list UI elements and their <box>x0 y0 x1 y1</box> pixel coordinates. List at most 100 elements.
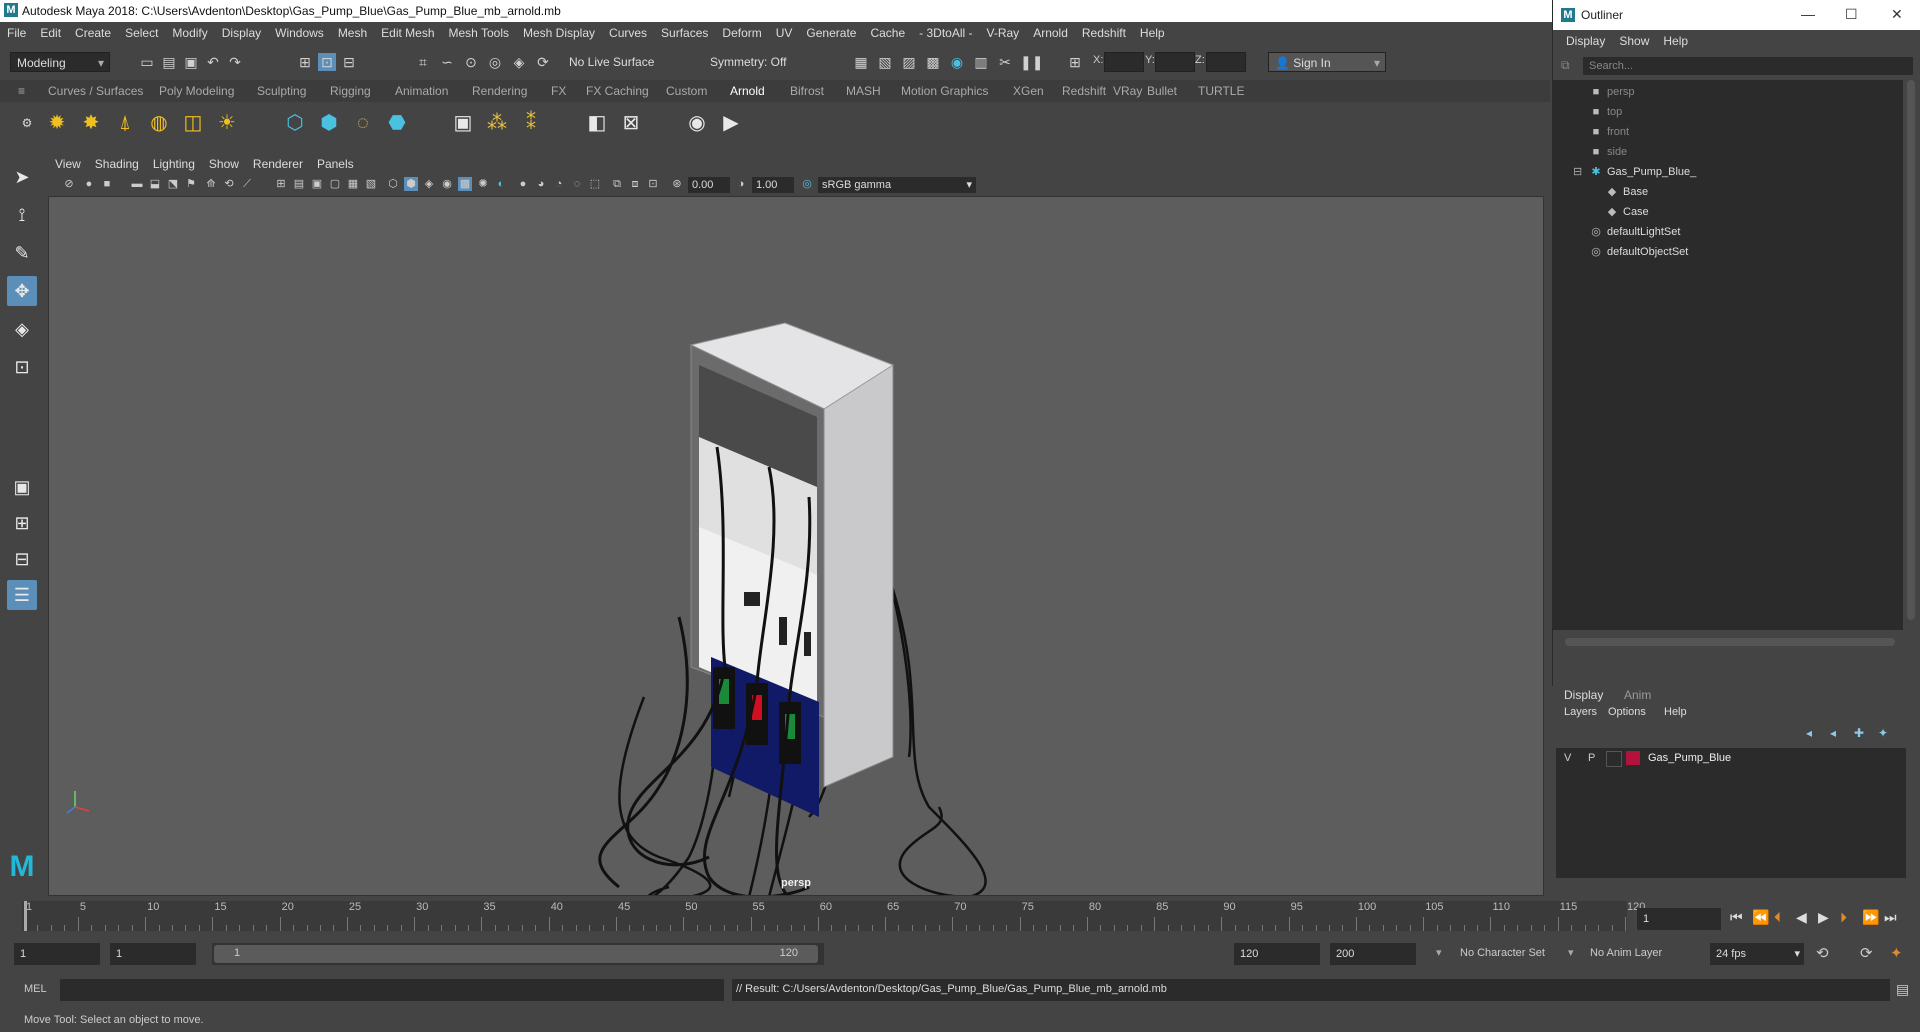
viewport-persp[interactable]: persp <box>48 196 1544 896</box>
menu-select[interactable]: Select <box>118 22 165 44</box>
menu-mesh-tools[interactable]: Mesh Tools <box>442 22 516 44</box>
arnold-render-icon[interactable]: ◉ <box>948 53 966 71</box>
color-management-icon[interactable]: ◎ <box>800 177 814 191</box>
outliner-item[interactable]: ◎ defaultObjectSet <box>1589 242 1688 262</box>
range-bar-track[interactable]: 1 120 <box>212 943 824 965</box>
isolate-icon[interactable]: ✺ <box>476 177 490 191</box>
tab-fx-caching[interactable]: FX Caching <box>586 80 649 102</box>
go-to-start-icon[interactable]: ⏮ <box>1730 909 1743 926</box>
render-view-icon[interactable]: ✂ <box>996 53 1014 71</box>
loop-icon[interactable]: ⟲ <box>1816 944 1829 962</box>
y-field[interactable] <box>1155 52 1195 72</box>
tab-bullet[interactable]: Bullet <box>1147 80 1177 102</box>
mode-dropdown[interactable]: Modeling ▾ <box>10 52 110 72</box>
frame-icon[interactable]: ⧈ <box>628 177 642 191</box>
skydome-light-icon[interactable]: ◍ <box>146 110 172 136</box>
paint-select-icon[interactable]: ✎ <box>7 238 37 268</box>
help-menu[interactable]: Help <box>1664 706 1687 718</box>
hud-icon[interactable]: ◐ <box>494 177 508 191</box>
standin-icon[interactable]: ⬡ <box>282 110 308 136</box>
fps-dropdown[interactable]: 24 fps ▾ <box>1710 943 1804 965</box>
export-standin-icon[interactable]: ⬢ <box>316 110 342 136</box>
viewport-menu-lighting[interactable]: Lighting <box>146 154 202 174</box>
menu-redshift[interactable]: Redshift <box>1075 22 1133 44</box>
tab-curves-surfaces[interactable]: Curves / Surfaces <box>48 80 143 102</box>
grease-pencil-icon[interactable]: ⬔ <box>166 177 180 191</box>
two-view-icon[interactable]: ⊟ <box>7 544 37 574</box>
bookmark-icon[interactable]: ■ <box>100 177 114 191</box>
aa-icon[interactable]: ◉ <box>440 177 454 191</box>
live-surface-field[interactable]: No Live Surface <box>563 52 663 72</box>
outliner-layout-icon[interactable]: ☰ <box>7 580 37 610</box>
shelf-menu-icon[interactable]: ≡ <box>18 80 25 102</box>
ao-icon[interactable]: ▧ <box>364 177 378 191</box>
menu-edit[interactable]: Edit <box>33 22 68 44</box>
tab-animation[interactable]: Animation <box>395 80 448 102</box>
outliner-vscrollbar[interactable] <box>1907 80 1915 620</box>
viewport-menu-show[interactable]: Show <box>202 154 246 174</box>
transform-constraint-icon[interactable]: ⊞ <box>1066 53 1084 71</box>
open-scene-icon[interactable]: ▤ <box>160 53 178 71</box>
outliner-item[interactable]: ◎ defaultLightSet <box>1589 222 1680 242</box>
exposure-icon[interactable]: ⊛ <box>670 177 684 191</box>
ssao-icon[interactable]: ◌ <box>570 177 584 191</box>
grid-toggle-icon[interactable]: ⟰ <box>204 177 218 191</box>
menu-help[interactable]: Help <box>1133 22 1172 44</box>
outliner-menu-help[interactable]: Help <box>1656 30 1695 52</box>
select-camera-icon[interactable]: ⊘ <box>62 177 76 191</box>
camera-attrs-icon[interactable]: ● <box>82 177 96 191</box>
tx-flush-icon[interactable]: ⁂ <box>484 110 510 136</box>
tab-anim[interactable]: Anim <box>1624 688 1651 702</box>
motion-blur-icon[interactable]: ◈ <box>422 177 436 191</box>
script-editor-icon[interactable]: ▤ <box>1896 981 1909 998</box>
pause-icon[interactable]: ❚❚ <box>1020 53 1043 71</box>
move-layer-down-icon[interactable]: ◂ <box>1830 726 1836 740</box>
render-settings-icon[interactable]: ▩ <box>924 53 942 71</box>
outliner-menu-display[interactable]: Display <box>1559 30 1612 52</box>
mesh-light-icon[interactable]: ◫ <box>180 110 206 136</box>
menu-curves[interactable]: Curves <box>602 22 654 44</box>
outliner-item[interactable]: ■ top <box>1589 102 1623 122</box>
safe-frame-icon[interactable]: ⊡ <box>646 177 660 191</box>
xray-joints-icon[interactable]: ● <box>516 177 530 191</box>
tab-turtle[interactable]: TURTLE <box>1198 80 1244 102</box>
tab-vray[interactable]: VRay <box>1113 80 1142 102</box>
character-set-dropdown[interactable]: No Character Set <box>1460 947 1545 959</box>
render-view-eye-icon[interactable]: ◉ <box>684 110 710 136</box>
render-setup-icon[interactable]: ◧ <box>584 110 610 136</box>
range-end-field[interactable]: 200 <box>1330 943 1416 965</box>
menu-mesh-display[interactable]: Mesh Display <box>516 22 602 44</box>
move-tool-icon[interactable]: ✥ <box>7 276 37 306</box>
physical-sky-icon[interactable]: ☀ <box>214 110 240 136</box>
light-manager-icon[interactable]: ⊠ <box>618 110 644 136</box>
go-to-end-icon[interactable]: ⏭ <box>1884 909 1897 926</box>
tab-arnold[interactable]: Arnold <box>730 80 765 102</box>
new-layer-icon[interactable]: ✚ <box>1854 726 1864 740</box>
auto-key-icon[interactable]: ⟳ <box>1860 944 1873 962</box>
anim-prefs-icon[interactable]: ✦ <box>1890 944 1903 962</box>
tab-display[interactable]: Display <box>1564 688 1603 702</box>
render-sequence-icon[interactable]: ▧ <box>876 53 894 71</box>
spot-light-icon[interactable]: ⍋ <box>112 110 138 136</box>
snap-grid-icon[interactable]: ⌗ <box>414 53 432 71</box>
camera-grid-icon[interactable]: ⧉ <box>610 177 624 191</box>
undo-icon[interactable]: ↶ <box>204 53 222 71</box>
lights-icon[interactable]: ▢ <box>328 177 342 191</box>
menu-deform[interactable]: Deform <box>715 22 768 44</box>
tab-redshift[interactable]: Redshift <box>1062 80 1106 102</box>
layer-visibility-toggle[interactable]: V <box>1564 752 1571 764</box>
four-view-icon[interactable]: ⊞ <box>7 508 37 538</box>
xray-active-icon[interactable]: ◕ <box>534 177 548 191</box>
menu-windows[interactable]: Windows <box>268 22 331 44</box>
time-slider[interactable]: 1 5 10 15 20 25 30 35 40 45 50 55 60 65 70 75 80 85 90 95 10… <box>0 897 1920 935</box>
ipr-render-icon[interactable]: ▨ <box>900 53 918 71</box>
playback-start-field[interactable]: 1 <box>110 943 196 965</box>
shadows-icon[interactable]: ▦ <box>346 177 360 191</box>
outliner-item[interactable]: ■ side <box>1589 142 1628 162</box>
step-back-key-icon[interactable]: ⏴ <box>1774 909 1781 926</box>
rotate-tool-icon[interactable]: ◈ <box>7 314 37 344</box>
play-backwards-icon[interactable]: ◀ <box>1796 909 1807 926</box>
menu-3dtoall[interactable]: - 3DtoAll - <box>912 22 979 44</box>
collapse-icon[interactable]: ⊟ <box>1573 162 1582 182</box>
layer-row[interactable]: V P Gas_Pump_Blue <box>1556 748 1906 770</box>
